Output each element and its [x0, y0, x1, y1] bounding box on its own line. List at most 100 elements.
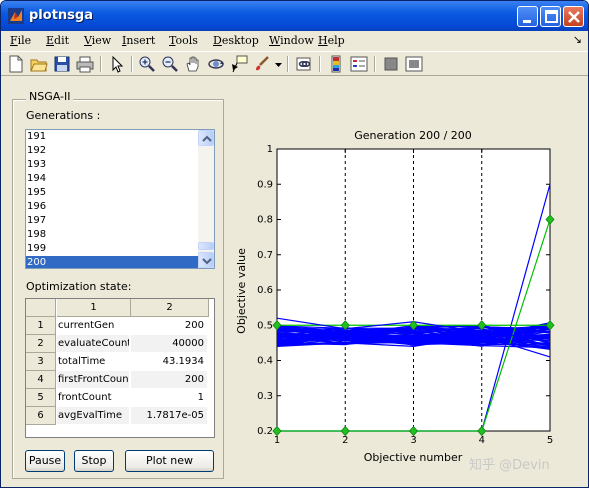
table-cell-name[interactable]: evaluateCount	[57, 335, 130, 353]
new-figure-icon[interactable]	[7, 55, 25, 73]
row-header[interactable]: 6	[26, 407, 56, 425]
parallel-coordinates-chart[interactable]: 1 2 3 4 5 0.2 0.3 0.4 0.5 0.6 0.7 0.8 0.9 1 Generatio…	[231, 77, 588, 487]
scroll-down-button[interactable]	[198, 252, 214, 268]
row-header[interactable]: 3	[26, 353, 56, 371]
x-tick-label: 1	[274, 435, 280, 446]
scroll-up-button[interactable]	[198, 130, 214, 146]
list-item[interactable]: 197	[26, 214, 199, 228]
maximize-button[interactable]	[540, 6, 561, 27]
watermark: 知乎 @Devin	[469, 457, 550, 473]
table-cell-name[interactable]: avgEvalTime	[57, 407, 130, 425]
matlab-figure-icon	[8, 8, 24, 24]
minimize-icon	[523, 20, 531, 23]
data-cursor-icon[interactable]	[230, 55, 248, 73]
table-cell-value[interactable]: 200	[131, 371, 207, 389]
link-plot-icon[interactable]	[295, 55, 313, 73]
menu-tools[interactable]: Tools	[169, 34, 198, 47]
figure-toolbar	[1, 51, 588, 76]
optimization-state-label: Optimization state:	[26, 280, 132, 293]
list-item[interactable]: 195	[26, 186, 199, 200]
menu-file[interactable]: File	[10, 34, 31, 47]
list-item-selected[interactable]: 200	[26, 256, 199, 268]
table-cell-value[interactable]: 1	[131, 389, 207, 407]
colorbar-icon[interactable]	[327, 55, 345, 73]
column-header-1[interactable]: 1	[57, 299, 131, 317]
x-tick-label: 2	[342, 435, 348, 446]
pause-button[interactable]: Pause	[25, 450, 65, 472]
row-header[interactable]: 1	[26, 317, 56, 335]
list-item[interactable]: 199	[26, 242, 199, 256]
dock-arrow-icon[interactable]: ↘	[573, 33, 582, 46]
pointer-icon[interactable]	[108, 55, 126, 73]
table-cell-name[interactable]: totalTime	[57, 353, 130, 371]
plotnsga-window: plotnsga File Edit View Insert Tools Des…	[0, 0, 589, 488]
row-header[interactable]: 4	[26, 371, 56, 389]
table-cell-value[interactable]: 200	[131, 317, 207, 335]
figure-content: NSGA-II Generations : 191 192 193 194 19…	[1, 77, 588, 487]
menu-bar: File Edit View Insert Tools Desktop Wind…	[1, 31, 588, 50]
y-tick-label: 1	[267, 144, 273, 155]
scroll-thumb[interactable]	[198, 242, 214, 250]
toolbar-separator	[374, 56, 376, 72]
y-tick-label: 0.8	[257, 215, 273, 226]
chevron-up-icon	[202, 135, 212, 142]
listbox-scrollbar[interactable]	[198, 130, 214, 268]
pan-hand-icon[interactable]	[184, 55, 202, 73]
list-item[interactable]: 194	[26, 172, 199, 186]
close-icon	[568, 11, 580, 23]
table-cell-value[interactable]: 1.7817e-05	[131, 407, 207, 425]
hide-plot-tools-icon[interactable]	[382, 55, 400, 73]
chart-title: Generation 200 / 200	[354, 129, 472, 142]
toolbar-separator	[287, 56, 289, 72]
list-item[interactable]: 198	[26, 228, 199, 242]
list-item[interactable]: 196	[26, 200, 199, 214]
list-item[interactable]: 191	[26, 130, 199, 144]
rotate-3d-icon[interactable]	[207, 55, 225, 73]
y-tick-label: 0.7	[257, 250, 273, 261]
table-cell-name[interactable]: currentGen	[57, 317, 130, 335]
zoom-in-icon[interactable]	[138, 55, 156, 73]
y-tick-label: 0.6	[257, 285, 273, 296]
maximize-icon	[545, 10, 558, 23]
plot-new-button[interactable]: Plot new	[125, 450, 214, 472]
toolbar-separator	[131, 56, 133, 72]
menu-insert[interactable]: Insert	[122, 34, 155, 47]
close-button[interactable]	[563, 6, 584, 27]
stop-button[interactable]: Stop	[74, 450, 114, 472]
menu-view[interactable]: View	[84, 34, 111, 47]
generations-label: Generations :	[26, 109, 101, 122]
table-cell-value[interactable]: 43.1934	[131, 353, 207, 371]
generations-listbox[interactable]: 191 192 193 194 195 196 197 198 199 200	[25, 129, 215, 269]
menu-help[interactable]: Help	[318, 34, 345, 47]
row-header[interactable]: 2	[26, 335, 56, 353]
list-item[interactable]: 192	[26, 144, 199, 158]
table-cell-value[interactable]: 40000	[131, 335, 207, 353]
brush-icon[interactable]	[253, 55, 271, 73]
toolbar-separator	[100, 56, 102, 72]
row-header[interactable]: 5	[26, 389, 56, 407]
title-bar[interactable]: plotnsga	[1, 1, 588, 31]
table-cell-name[interactable]: firstFrontCount	[57, 371, 130, 389]
y-tick-label: 0.5	[257, 320, 273, 331]
plot-area: 1 2 3 4 5 0.2 0.3 0.4 0.5 0.6 0.7 0.8 0.9 1 Generatio…	[231, 77, 588, 487]
print-icon[interactable]	[76, 55, 94, 73]
optimization-state-table[interactable]: 1 2 1 currentGen 200 2 evaluateCount 400…	[25, 298, 215, 438]
chart-x-label: Objective number	[364, 451, 463, 464]
y-tick-label: 0.9	[257, 179, 273, 190]
minimize-button[interactable]	[517, 6, 538, 27]
show-plot-tools-icon[interactable]	[405, 55, 423, 73]
legend-icon[interactable]	[350, 55, 368, 73]
chevron-down-icon	[202, 258, 212, 265]
y-tick-label: 0.3	[257, 391, 273, 402]
x-tick-label: 5	[547, 435, 553, 446]
menu-desktop[interactable]: Desktop	[213, 34, 259, 47]
column-header-2[interactable]: 2	[131, 299, 209, 317]
open-file-icon[interactable]	[30, 55, 48, 73]
dropdown-icon[interactable]	[274, 55, 283, 73]
menu-window[interactable]: Window	[269, 34, 314, 47]
menu-edit[interactable]: Edit	[46, 34, 69, 47]
list-item[interactable]: 193	[26, 158, 199, 172]
zoom-out-icon[interactable]	[161, 55, 179, 73]
save-icon[interactable]	[53, 55, 71, 73]
table-cell-name[interactable]: frontCount	[57, 389, 130, 407]
